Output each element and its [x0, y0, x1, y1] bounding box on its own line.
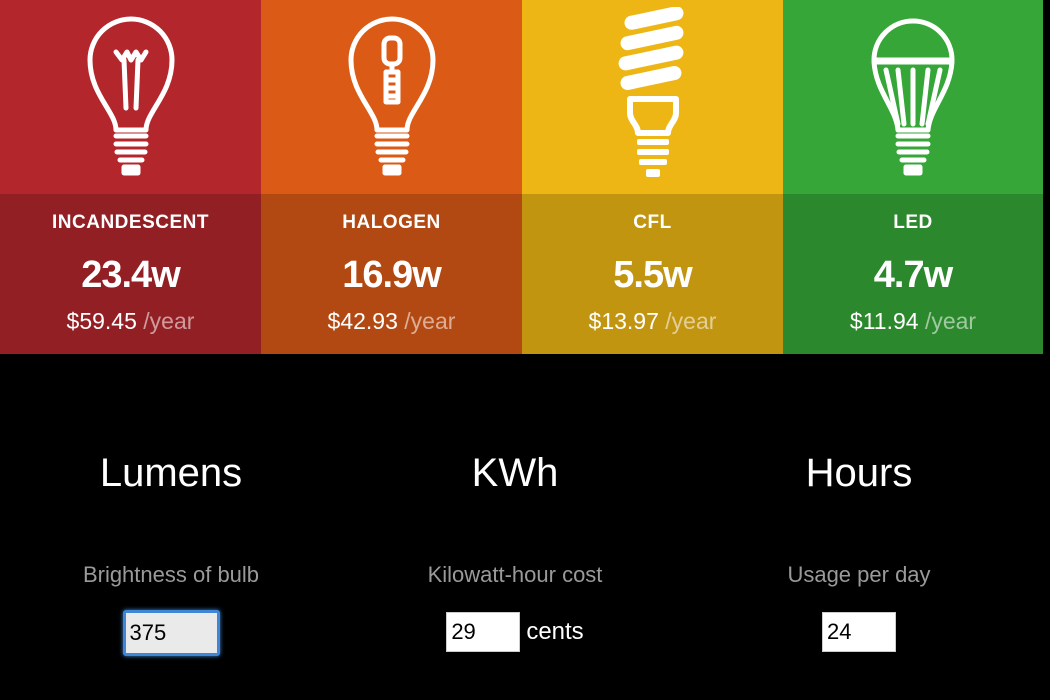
- kwh-unit: cents: [526, 618, 584, 645]
- cost-value: $42.93: [327, 308, 398, 334]
- kwh-title: KWh: [471, 451, 559, 495]
- lumens-input[interactable]: [122, 610, 220, 656]
- kwh-input[interactable]: [446, 612, 521, 652]
- bulb-watts: 4.7w: [873, 254, 953, 296]
- cost-period: /year: [143, 308, 195, 334]
- bulb-info: CFL 5.5w $13.97 /year: [522, 194, 783, 354]
- bulb-type: CFL: [633, 212, 672, 233]
- bulb-watts: 16.9w: [342, 254, 442, 296]
- bulb-cost: $13.97 /year: [522, 308, 783, 335]
- bulb-type: LED: [893, 212, 933, 233]
- cost-period: /year: [665, 308, 717, 334]
- led-bulb-icon: [871, 18, 955, 176]
- bulb-card-cfl: CFL 5.5w $13.97 /year: [522, 0, 783, 354]
- kwh-description: Kilowatt-hour cost: [427, 562, 603, 587]
- bulb-cost: $11.94 /year: [783, 308, 1043, 335]
- bulb-watts: 5.5w: [613, 254, 692, 296]
- hours-input[interactable]: [822, 612, 896, 652]
- bulb-info: HALOGEN 16.9w $42.93 /year: [261, 194, 522, 354]
- bulb-card-incandescent: INCANDESCENT 23.4w $59.45 /year: [0, 0, 261, 354]
- cfl-bulb-icon: [618, 7, 683, 177]
- bulb-type: INCANDESCENT: [52, 212, 209, 233]
- bulb-info: INCANDESCENT 23.4w $59.45 /year: [0, 194, 261, 354]
- bulb-info: LED 4.7w $11.94 /year: [783, 194, 1043, 354]
- cost-value: $59.45: [66, 308, 137, 334]
- bulb-comparison: INCANDESCENT 23.4w $59.45 /year HALOGEN …: [0, 0, 1043, 354]
- cost-value: $11.94: [849, 308, 919, 334]
- calculator-controls: Lumens Brightness of bulb KWh Kilowatt-h…: [0, 354, 1043, 700]
- halogen-bulb-icon: [348, 16, 435, 176]
- bulb-cost: $59.45 /year: [0, 308, 261, 335]
- cost-period: /year: [924, 308, 977, 334]
- cost-period: /year: [404, 308, 456, 334]
- bulb-type: HALOGEN: [342, 212, 441, 233]
- hours-title: Hours: [805, 451, 913, 495]
- bulb-watts: 23.4w: [81, 254, 181, 296]
- bulb-card-led: LED 4.7w $11.94 /year: [783, 0, 1043, 354]
- lumens-title: Lumens: [99, 451, 243, 495]
- bulb-card-halogen: HALOGEN 16.9w $42.93 /year: [261, 0, 522, 354]
- lumens-description: Brightness of bulb: [82, 562, 260, 587]
- cost-value: $13.97: [588, 308, 659, 334]
- bulb-cost: $42.93 /year: [261, 308, 522, 335]
- incandescent-bulb-icon: [87, 16, 174, 176]
- hours-description: Usage per day: [787, 562, 931, 587]
